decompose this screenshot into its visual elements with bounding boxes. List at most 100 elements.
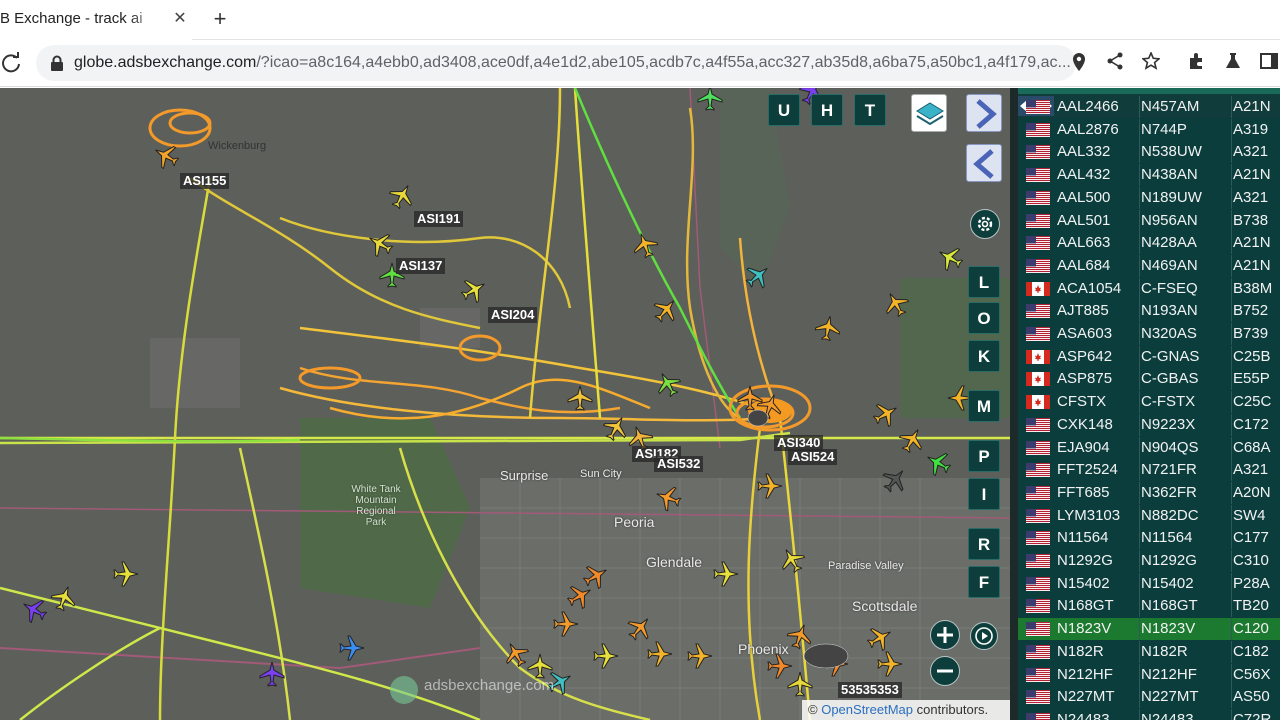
cell-flight: AAL2466 <box>1057 98 1119 115</box>
column-separator <box>1139 413 1140 436</box>
toggle-r-button[interactable]: R <box>968 528 1000 560</box>
aircraft-label[interactable]: ASI137 <box>396 258 446 274</box>
column-separator <box>1139 708 1140 720</box>
table-row[interactable]: N1292G N1292G C310 <box>1018 550 1280 572</box>
table-row[interactable]: ACA1054 C-FSEQ B38M <box>1018 277 1280 300</box>
us-flag-icon <box>1026 576 1050 591</box>
cell-flight: AAL432 <box>1057 166 1111 184</box>
table-row[interactable]: CXK148 N9223X C172 <box>1018 413 1280 436</box>
us-flag-icon <box>1026 236 1050 251</box>
cell-registration: N438AN <box>1141 166 1198 184</box>
new-tab-button[interactable]: + <box>208 7 232 31</box>
cell-flight: N15402 <box>1057 574 1110 592</box>
column-separator <box>1139 481 1140 504</box>
toggle-l-button[interactable]: L <box>968 266 1000 298</box>
table-row[interactable]: AAL501 N956AN B738 <box>1018 209 1280 232</box>
browser-tab[interactable]: B Exchange - track ai ✕ <box>0 0 192 40</box>
table-row[interactable]: EJA904 N904QS C68A <box>1018 436 1280 459</box>
toggle-i-button[interactable]: I <box>968 478 1000 510</box>
aircraft-label[interactable]: ASI524 <box>788 449 838 465</box>
column-separator <box>1231 572 1232 595</box>
aircraft-label[interactable]: ASI532 <box>654 456 704 472</box>
us-flag-icon <box>1026 508 1050 523</box>
cell-type: C56X <box>1233 665 1271 683</box>
column-separator <box>1231 345 1232 368</box>
layers-button[interactable] <box>911 94 947 132</box>
settings-button[interactable] <box>970 209 1000 239</box>
table-row[interactable]: N227MT N227MT AS50 <box>1018 686 1280 709</box>
table-row[interactable]: N182R N182R C182 <box>1018 640 1280 663</box>
lab-flask-icon[interactable] <box>1222 52 1244 74</box>
table-row[interactable]: ASP875 C-GBAS E55P <box>1018 368 1280 391</box>
replay-button[interactable] <box>970 622 998 650</box>
toggle-o-button[interactable]: O <box>968 302 1000 334</box>
aircraft-label[interactable]: 53535353 <box>838 682 902 698</box>
toggle-t-button[interactable]: T <box>854 94 886 126</box>
address-bar[interactable]: globe.adsbexchange.com/?icao=a8c164,a4eb… <box>36 45 1076 81</box>
cell-registration: N168GT <box>1141 597 1198 615</box>
reload-icon[interactable] <box>0 52 22 74</box>
aircraft-label[interactable]: ASI204 <box>488 307 538 323</box>
table-row[interactable]: AAL332 N538UW A321 <box>1018 141 1280 164</box>
location-pin-icon[interactable] <box>1068 52 1090 74</box>
aircraft-label[interactable]: ASI155 <box>180 173 230 189</box>
toggle-f-button[interactable]: F <box>968 566 1000 598</box>
us-flag-icon <box>1026 644 1050 659</box>
table-row[interactable]: AAL2466 N457AM A21N <box>1018 96 1280 118</box>
column-separator <box>1231 368 1232 391</box>
us-flag-icon <box>1026 599 1050 614</box>
expand-right-button[interactable] <box>966 94 1002 132</box>
table-row[interactable]: N15402 N15402 P28A <box>1018 572 1280 595</box>
table-row[interactable]: AAL663 N428AA A21N <box>1018 232 1280 255</box>
zoom-out-button[interactable] <box>930 656 960 686</box>
openstreetmap-link[interactable]: OpenStreetMap <box>821 702 913 717</box>
flight-map[interactable]: Wickenburg Surprise Sun City Peoria Glen… <box>0 88 1010 720</box>
toggle-u-button[interactable]: U <box>768 94 800 126</box>
zoom-in-button[interactable] <box>930 620 960 650</box>
table-row[interactable]: AAL684 N469AN A21N <box>1018 254 1280 277</box>
url-text: globe.adsbexchange.com/?icao=a8c164,a4eb… <box>74 54 1074 72</box>
attribution-suffix: contributors. <box>916 702 989 717</box>
column-separator <box>1231 277 1232 300</box>
table-row[interactable]: ASP642 C-GNAS C25B <box>1018 345 1280 368</box>
sidepanel-icon[interactable] <box>1258 52 1280 74</box>
table-row[interactable]: AAL500 N189UW A321 <box>1018 186 1280 209</box>
toggle-h-button[interactable]: H <box>811 94 843 126</box>
table-row[interactable]: FFT2524 N721FR A321 <box>1018 459 1280 482</box>
toggle-m-button[interactable]: M <box>968 390 1000 422</box>
cell-flight: AAL332 <box>1057 143 1111 161</box>
column-separator <box>1231 481 1232 504</box>
column-separator <box>1139 504 1140 527</box>
table-row[interactable]: AAL2876 N744P A319 <box>1018 118 1280 141</box>
table-row[interactable]: FFT685 N362FR A20N <box>1018 481 1280 504</box>
toggle-p-button[interactable]: P <box>968 440 1000 472</box>
table-row[interactable]: N11564 N11564 C177 <box>1018 527 1280 550</box>
extensions-icon[interactable] <box>1185 52 1207 74</box>
close-icon[interactable]: ✕ <box>170 9 190 29</box>
table-row[interactable]: N168GT N168GT TB20 <box>1018 595 1280 618</box>
column-separator <box>1231 300 1232 323</box>
us-flag-icon <box>1026 168 1050 183</box>
bookmark-star-icon[interactable] <box>1140 50 1162 74</box>
cell-flight: CXK148 <box>1057 415 1113 433</box>
column-separator <box>1139 186 1140 209</box>
column-separator <box>1139 118 1140 141</box>
toggle-k-button[interactable]: K <box>968 340 1000 372</box>
us-flag-icon <box>1026 712 1050 720</box>
table-row[interactable]: AAL432 N438AN A21N <box>1018 164 1280 187</box>
table-row[interactable]: LYM3103 N882DC SW4 <box>1018 504 1280 527</box>
table-row[interactable]: N24483 N24483 C72R <box>1018 708 1280 720</box>
share-icon[interactable] <box>1104 52 1126 74</box>
column-separator <box>1139 164 1140 187</box>
cell-registration: N428AA <box>1141 234 1197 252</box>
table-row[interactable]: N212HF N212HF C56X <box>1018 663 1280 686</box>
collapse-left-button[interactable] <box>966 144 1002 182</box>
table-row[interactable]: N1823V N1823V C120 <box>1018 618 1280 641</box>
column-separator <box>1139 277 1140 300</box>
table-row[interactable]: CFSTX C-FSTX C25C <box>1018 391 1280 414</box>
aircraft-label[interactable]: ASI191 <box>414 211 464 227</box>
panel-divider[interactable] <box>1010 88 1018 720</box>
column-separator <box>1231 118 1232 141</box>
table-row[interactable]: AJT885 N193AN B752 <box>1018 300 1280 323</box>
table-row[interactable]: ASA603 N320AS B739 <box>1018 323 1280 345</box>
